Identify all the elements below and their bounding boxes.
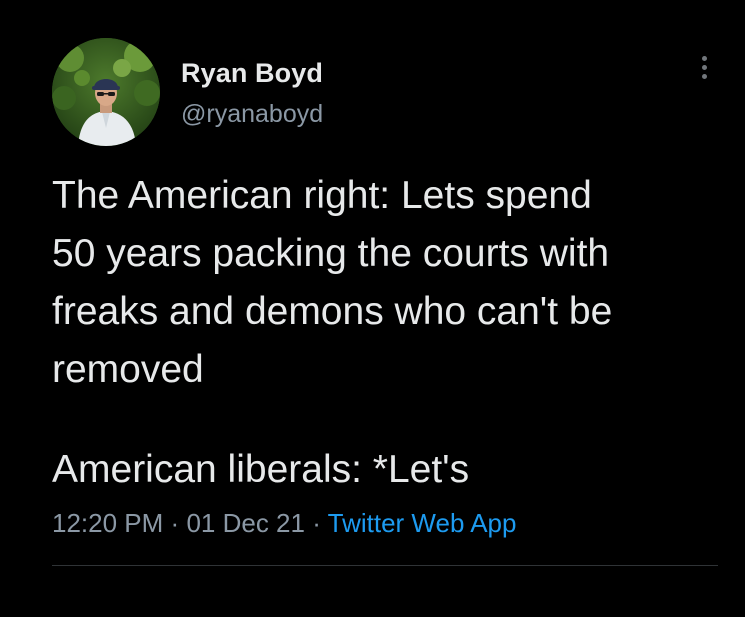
meta-separator: · xyxy=(170,508,180,538)
tweet-card: Ryan Boyd @ryanaboyd The American right:… xyxy=(0,0,745,617)
divider xyxy=(52,565,718,566)
author-display-name[interactable]: Ryan Boyd xyxy=(181,58,323,89)
tweet-date[interactable]: 01 Dec 21 xyxy=(186,508,305,538)
more-dot xyxy=(701,56,707,61)
author-handle[interactable]: @ryanaboyd xyxy=(181,100,323,129)
tweet-time[interactable]: 12:20 PM xyxy=(52,508,163,538)
meta-separator: · xyxy=(312,508,321,538)
more-dot xyxy=(701,65,707,70)
tweet-source-link[interactable]: Twitter Web App xyxy=(328,508,517,538)
tweet-text: The American right: Lets spend 50 years … xyxy=(52,174,613,391)
profile-photo-icon xyxy=(52,38,160,146)
tweet-metadata: 12:20 PM · 01 Dec 21 · Twitter Web App xyxy=(52,508,516,539)
avatar[interactable] xyxy=(52,38,160,146)
more-dot xyxy=(701,74,707,79)
tweet-text-continuation: American liberals: *Let's xyxy=(52,448,470,491)
more-vertical-icon[interactable] xyxy=(694,56,714,88)
